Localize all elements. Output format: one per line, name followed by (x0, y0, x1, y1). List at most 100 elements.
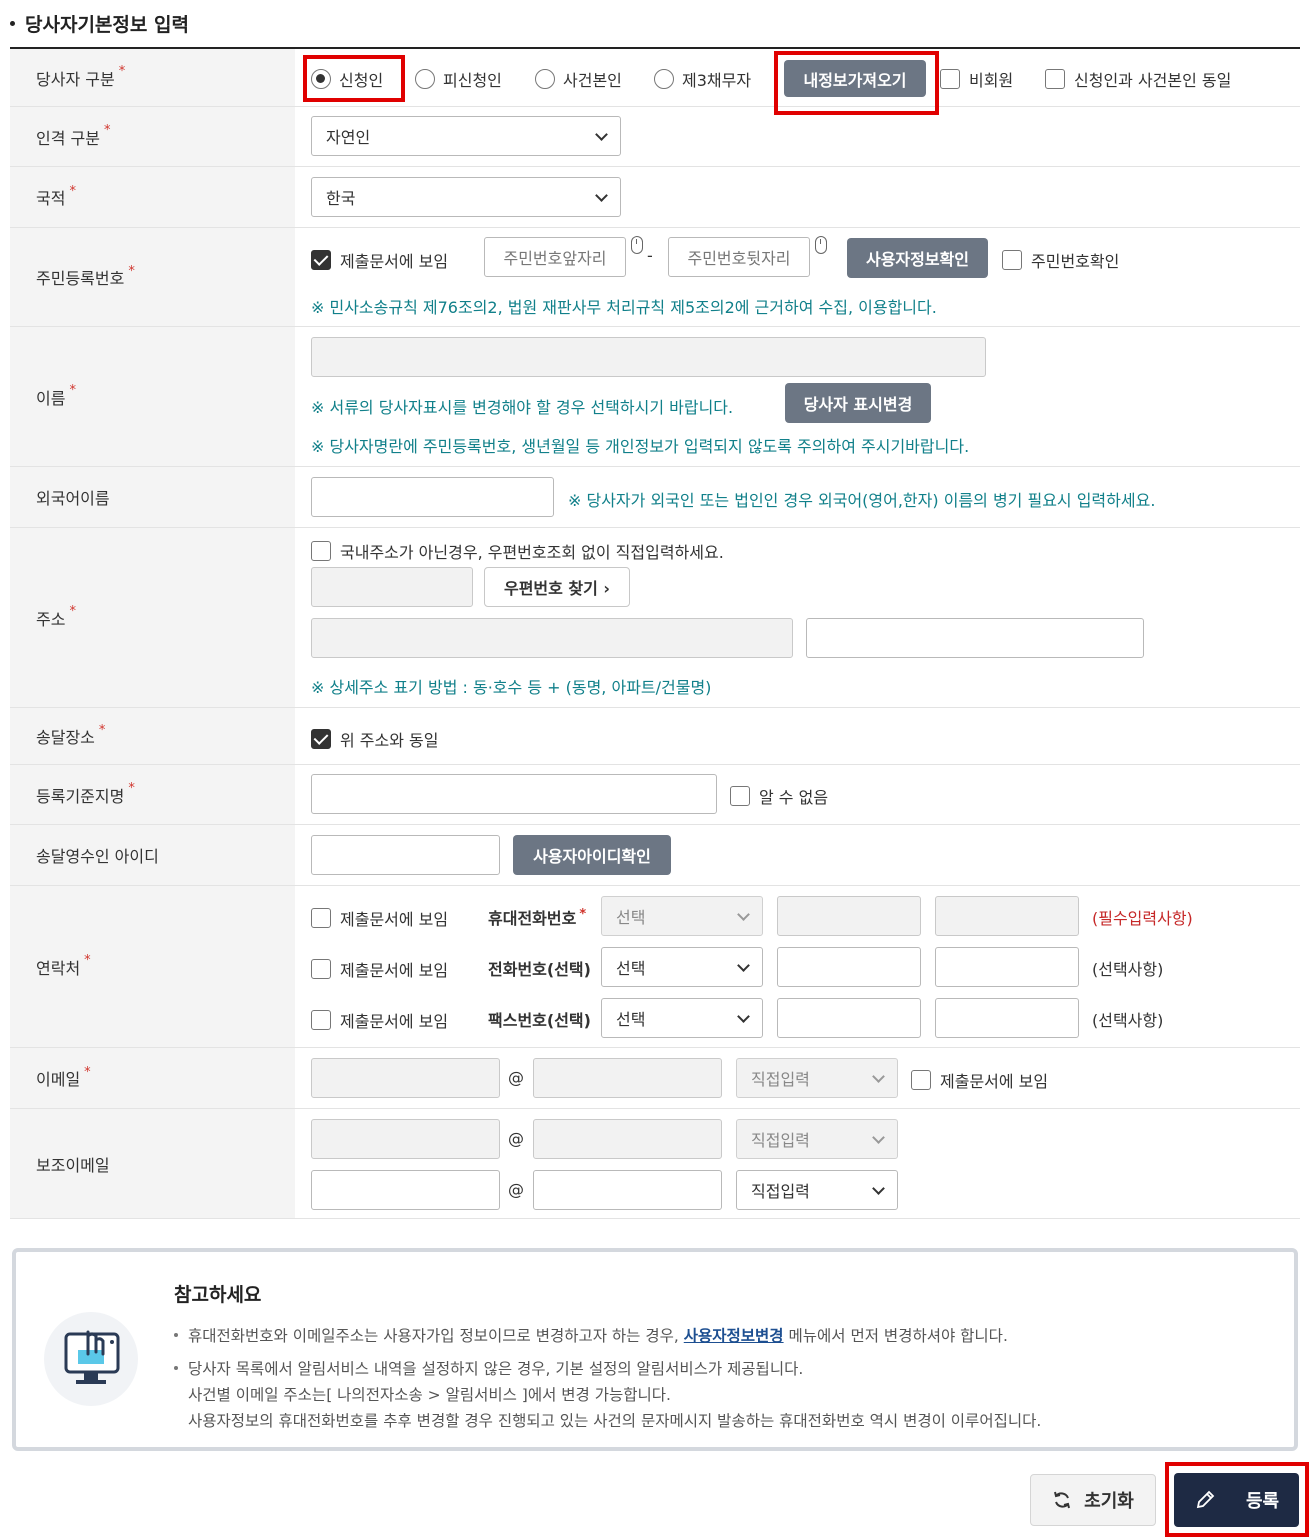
checkbox-icon (311, 959, 331, 979)
notice-line-1: 휴대전화번호와 이메일주소는 사용자가입 정보이므로 변경하고자 하는 경우, … (174, 1324, 1008, 1346)
label-name: 이름 * (10, 327, 295, 466)
non-member-checkbox[interactable]: 비회원 (940, 67, 1013, 91)
label-address: 주소 * (10, 528, 295, 707)
sub-email-1-domain-select[interactable]: 직접입력 (736, 1119, 898, 1159)
mobile-prefix-select[interactable]: 선택 (601, 896, 763, 936)
touch-screen-icon (44, 1312, 138, 1406)
radio-icon (654, 69, 674, 89)
name-input[interactable] (311, 337, 986, 377)
foreign-name-input[interactable] (311, 477, 554, 517)
same-as-case-person-checkbox[interactable]: 신청인과 사건본인 동일 (1045, 67, 1231, 91)
highlight-load-info (774, 51, 939, 115)
label-email: 이메일 * (10, 1048, 295, 1108)
notice-title: 참고하세요 (174, 1284, 262, 1306)
delivery-same-checkbox[interactable]: 위 주소와 동일 (311, 727, 439, 751)
phone-middle-input[interactable] (777, 947, 921, 987)
row-registry-place: 등록기준지명 * 알 수 없음 (10, 765, 1300, 825)
registry-unknown-checkbox[interactable]: 알 수 없음 (730, 784, 828, 808)
registry-place-input[interactable] (311, 774, 717, 814)
label-contact: 연락처 * (10, 886, 295, 1047)
sub-email-2-domain-select[interactable]: 직접입력 (736, 1170, 898, 1210)
email-domain-input[interactable] (533, 1058, 722, 1098)
highlight-register (1165, 1462, 1309, 1537)
mouse-icon (815, 236, 827, 254)
foreign-name-note: ※ 당사자가 외국인 또는 법인인 경우 외국어(영어,한자) 이름의 병기 필… (568, 491, 1156, 510)
section-title: 당사자기본정보 입력 (10, 10, 189, 37)
chevron-down-icon (737, 908, 750, 921)
address-detail-input[interactable] (806, 618, 1144, 658)
fax-optional-tag: (선택사항) (1092, 1011, 1164, 1030)
user-info-change-link[interactable]: 사용자정보변경 (684, 1327, 784, 1345)
person-type-select[interactable]: 자연인 (311, 116, 621, 156)
user-info-check-button[interactable]: 사용자정보확인 (847, 238, 988, 278)
row-person-type: 인격 구분 * 자연인 (10, 107, 1300, 167)
party-form: 당사자 구분 * 신청인 피신청인 사건본인 제3채무자 내정보가져오기 비회원 … (10, 49, 1300, 1219)
resident-note: ※ 민사소송규칙 제76조의2, 법원 재판사무 처리규칙 제5조의2에 근거하… (311, 298, 937, 317)
phone-optional-tag: (선택사항) (1092, 960, 1164, 979)
sub-email-1-local-input[interactable] (311, 1119, 500, 1159)
fax-show-checkbox[interactable]: 제출문서에 보임 (311, 1008, 448, 1032)
checkbox-icon (1002, 250, 1022, 270)
mobile-middle-input[interactable] (777, 896, 921, 936)
address-note: ※ 상세주소 표기 방법 : 동·호수 등 + (동명, 아파트/건물명) (311, 678, 712, 697)
sub-email-2-local-input[interactable] (311, 1170, 500, 1210)
row-foreign-name: 외국어이름 ※ 당사자가 외국인 또는 법인인 경우 외국어(영어,한자) 이름… (10, 467, 1300, 528)
reset-button[interactable]: 초기화 (1030, 1474, 1156, 1526)
phone-last-input[interactable] (935, 947, 1079, 987)
chevron-down-icon (872, 1182, 885, 1195)
sub-email-1-at: @ (508, 1129, 524, 1148)
address-main-input[interactable] (311, 618, 793, 658)
chevron-down-icon (595, 189, 608, 202)
radio-case-person[interactable]: 사건본인 (535, 67, 622, 91)
row-delivery-id: 송달영수인 아이디 사용자아이디확인 (10, 825, 1300, 886)
row-nationality: 국적 * 한국 (10, 167, 1300, 228)
nationality-select[interactable]: 한국 (311, 177, 621, 217)
checkbox-checked-icon (311, 250, 331, 270)
fax-middle-input[interactable] (777, 998, 921, 1038)
email-at: @ (508, 1068, 524, 1087)
party-display-change-button[interactable]: 당사자 표시변경 (785, 383, 931, 423)
label-foreign-name: 외국어이름 (10, 467, 295, 527)
chevron-down-icon (872, 1070, 885, 1083)
label-registry-place: 등록기준지명 * (10, 765, 295, 824)
notice-box: 참고하세요 휴대전화번호와 이메일주소는 사용자가입 정보이므로 변경하고자 하… (12, 1248, 1298, 1451)
email-local-input[interactable] (311, 1058, 500, 1098)
mobile-last-input[interactable] (935, 896, 1079, 936)
resident-front-input[interactable]: 주민번호앞자리 (484, 237, 626, 277)
chevron-down-icon (737, 1010, 750, 1023)
zip-code-input[interactable] (311, 567, 473, 607)
user-id-check-button[interactable]: 사용자아이디확인 (513, 835, 671, 875)
radio-icon (535, 69, 555, 89)
phone-show-checkbox[interactable]: 제출문서에 보임 (311, 957, 448, 981)
radio-respondent[interactable]: 피신청인 (415, 67, 502, 91)
checkbox-icon (940, 69, 960, 89)
zip-search-button[interactable]: 우편번호 찾기 › (484, 567, 630, 607)
email-domain-select[interactable]: 직접입력 (736, 1058, 898, 1098)
resident-back-input[interactable]: 주민번호뒷자리 (668, 237, 810, 277)
resident-show-in-doc-checkbox[interactable]: 제출문서에 보임 (311, 248, 448, 272)
label-sub-email: 보조이메일 (10, 1109, 295, 1218)
mobile-required-tag: (필수입력사항) (1092, 909, 1193, 928)
sub-email-1-domain-input[interactable] (533, 1119, 722, 1159)
label-resident-number: 주민등록번호 * (10, 228, 295, 326)
fax-prefix-select[interactable]: 선택 (601, 998, 763, 1038)
row-email: 이메일 * @ 직접입력 제출문서에 보임 (10, 1048, 1300, 1109)
checkbox-icon (311, 541, 331, 561)
resident-confirm-checkbox[interactable]: 주민번호확인 (1002, 248, 1119, 272)
fax-last-input[interactable] (935, 998, 1079, 1038)
row-delivery: 송달장소 * 위 주소와 동일 (10, 708, 1300, 765)
mobile-show-checkbox[interactable]: 제출문서에 보임 (311, 906, 448, 930)
refresh-icon (1054, 1491, 1071, 1509)
label-delivery: 송달장소 * (10, 708, 295, 764)
sub-email-2-domain-input[interactable] (533, 1170, 722, 1210)
row-party-type: 당사자 구분 * 신청인 피신청인 사건본인 제3채무자 내정보가져오기 비회원 … (10, 49, 1300, 107)
mouse-icon (631, 236, 643, 254)
phone-prefix-select[interactable]: 선택 (601, 947, 763, 987)
foreign-address-checkbox[interactable]: 국내주소가 아닌경우, 우편번호조회 없이 직접입력하세요. (311, 539, 724, 563)
delivery-id-input[interactable] (311, 835, 500, 875)
label-person-type: 인격 구분 * (10, 107, 295, 166)
radio-third-debtor[interactable]: 제3채무자 (654, 67, 751, 91)
name-note-2: ※ 당사자명란에 주민등록번호, 생년월일 등 개인정보가 입력되지 않도록 주… (311, 437, 970, 456)
email-show-checkbox[interactable]: 제출문서에 보임 (911, 1068, 1048, 1092)
sub-email-2-at: @ (508, 1180, 524, 1199)
